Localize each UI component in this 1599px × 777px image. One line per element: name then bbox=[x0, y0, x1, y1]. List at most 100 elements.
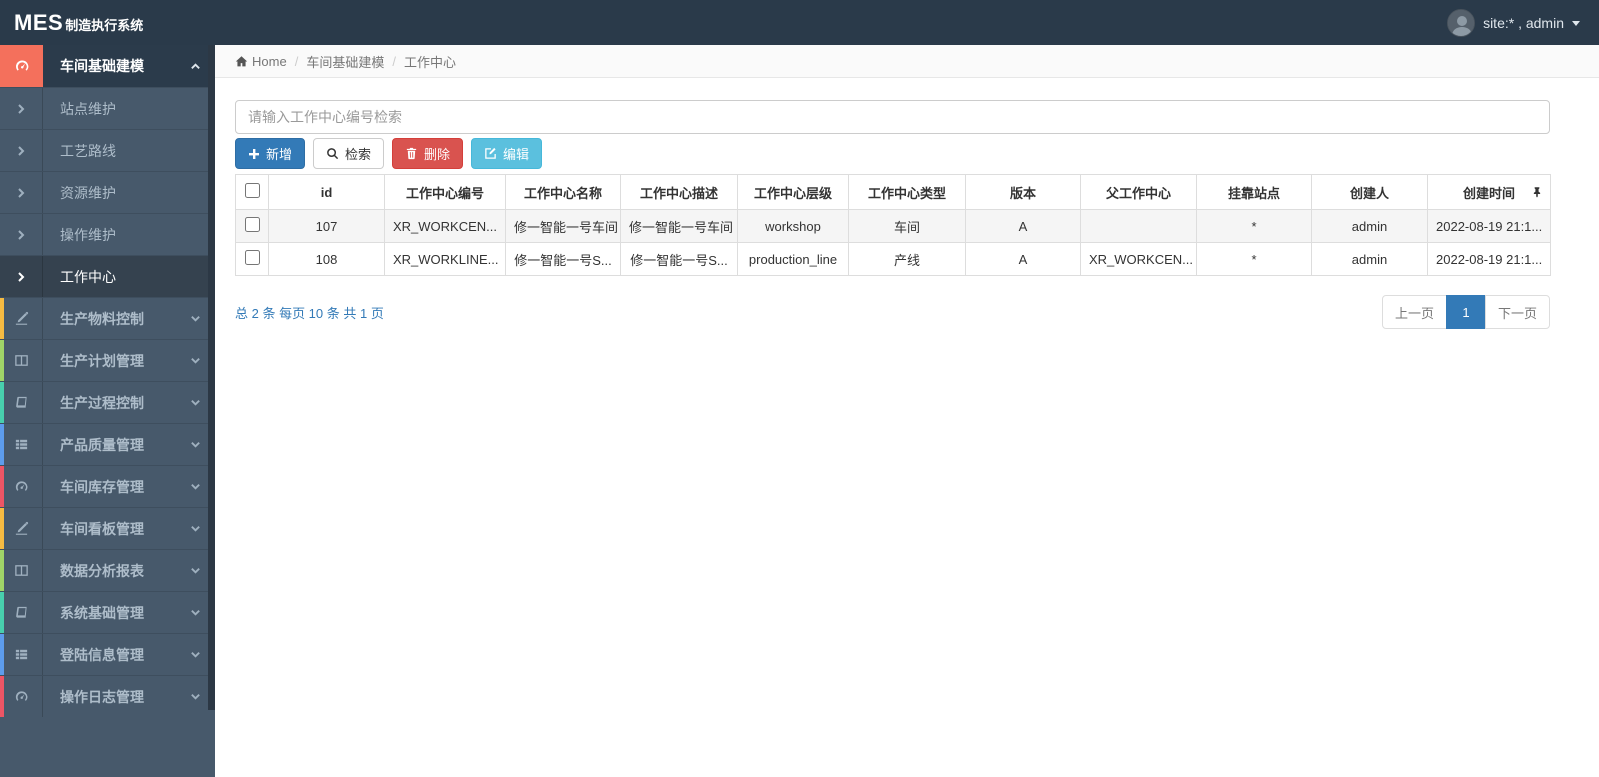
book-icon bbox=[0, 592, 43, 633]
cell-site: * bbox=[1196, 242, 1312, 276]
list-icon bbox=[0, 424, 43, 465]
search-input[interactable] bbox=[235, 100, 1550, 134]
column-header-site[interactable]: 挂靠站点 bbox=[1196, 174, 1312, 210]
cell-created-time: 2022-08-19 21:1... bbox=[1427, 242, 1551, 276]
cell-parent bbox=[1080, 209, 1197, 243]
sidebar-item-production-process-control[interactable]: 生产过程控制 bbox=[0, 381, 215, 423]
accent-strip bbox=[0, 340, 4, 381]
sidebar-item-label: 工作中心 bbox=[60, 268, 116, 285]
edit-button[interactable]: 编辑 bbox=[471, 138, 543, 169]
tachometer-icon bbox=[0, 45, 43, 87]
sidebar-scrollbar[interactable] bbox=[208, 45, 215, 710]
sidebar-item-work-center[interactable]: 工作中心 bbox=[0, 255, 215, 297]
cell-site: * bbox=[1196, 209, 1312, 243]
chevron-down-icon bbox=[190, 523, 201, 534]
column-header-created-time[interactable]: 创建时间 bbox=[1427, 174, 1551, 210]
row-select-cell bbox=[235, 242, 269, 276]
edit-button-label: 编辑 bbox=[503, 147, 530, 162]
sidebar-item-production-material-control[interactable]: 生产物料控制 bbox=[0, 297, 215, 339]
column-header-level[interactable]: 工作中心层级 bbox=[737, 174, 849, 210]
select-all-checkbox[interactable] bbox=[244, 183, 260, 198]
pin-icon[interactable] bbox=[1532, 187, 1542, 198]
sidebar-item-label: 生产过程控制 bbox=[60, 394, 144, 411]
sidebar-item-product-quality-management[interactable]: 产品质量管理 bbox=[0, 423, 215, 465]
chevron-right-icon bbox=[0, 88, 43, 129]
row-checkbox[interactable] bbox=[244, 217, 260, 232]
chevron-right-icon bbox=[0, 256, 43, 297]
breadcrumb: Home / 车间基础建模 / 工作中心 bbox=[215, 45, 1599, 78]
select-all-cell bbox=[235, 174, 269, 210]
sidebar-item-production-plan-management[interactable]: 生产计划管理 bbox=[0, 339, 215, 381]
user-menu[interactable]: site:* , admin bbox=[1447, 8, 1599, 37]
sidebar-item-label: 操作日志管理 bbox=[60, 688, 144, 705]
breadcrumb-home-label: Home bbox=[252, 53, 287, 69]
sidebar-item-operation-log-management[interactable]: 操作日志管理 bbox=[0, 675, 215, 717]
sidebar-item-workshop-modeling[interactable]: 车间基础建模 bbox=[0, 45, 215, 87]
sidebar-item-label: 操作维护 bbox=[60, 226, 116, 243]
cell-description: 修一智能一号车间 bbox=[620, 209, 738, 243]
search-button[interactable]: 检索 bbox=[313, 138, 385, 169]
previous-page-button[interactable]: 上一页 bbox=[1381, 295, 1447, 329]
sidebar-item-data-analysis-reports[interactable]: 数据分析报表 bbox=[0, 549, 215, 591]
sidebar-item-label: 车间看板管理 bbox=[60, 520, 144, 537]
accent-strip bbox=[0, 298, 4, 339]
add-button[interactable]: 新增 bbox=[235, 138, 306, 169]
chevron-down-icon bbox=[190, 565, 201, 576]
column-header-code[interactable]: 工作中心编号 bbox=[384, 174, 506, 210]
sidebar-item-workshop-inventory-management[interactable]: 车间库存管理 bbox=[0, 465, 215, 507]
column-header-creator[interactable]: 创建人 bbox=[1311, 174, 1428, 210]
pencil-icon bbox=[0, 298, 43, 339]
sidebar-item-process-route[interactable]: 工艺路线 bbox=[0, 129, 215, 171]
app-logo-mes: MES bbox=[14, 9, 64, 35]
cell-parent: XR_WORKCEN... bbox=[1080, 242, 1197, 276]
cell-description: 修一智能一号S... bbox=[620, 242, 738, 276]
cell-version: A bbox=[965, 242, 1081, 276]
table-row[interactable]: 107 XR_WORKCEN... 修一智能一号车间 修一智能一号车间 work… bbox=[235, 209, 1551, 243]
breadcrumb-section[interactable]: 车间基础建模 bbox=[306, 52, 384, 71]
chevron-down-icon bbox=[190, 397, 201, 408]
sidebar-item-site-maintenance[interactable]: 站点维护 bbox=[0, 87, 215, 129]
search-button-label: 检索 bbox=[345, 147, 372, 162]
chevron-down-icon bbox=[190, 649, 201, 660]
breadcrumb-home[interactable]: Home bbox=[235, 54, 287, 69]
column-header-name[interactable]: 工作中心名称 bbox=[505, 174, 621, 210]
delete-button[interactable]: 删除 bbox=[392, 138, 464, 169]
sidebar-item-label: 生产物料控制 bbox=[60, 310, 144, 327]
sidebar-item-workshop-kanban-management[interactable]: 车间看板管理 bbox=[0, 507, 215, 549]
delete-button-label: 删除 bbox=[424, 147, 451, 162]
column-header-parent[interactable]: 父工作中心 bbox=[1080, 174, 1197, 210]
accent-strip bbox=[0, 592, 4, 633]
sidebar-item-label: 生产计划管理 bbox=[60, 352, 144, 369]
sidebar-item-login-info-management[interactable]: 登陆信息管理 bbox=[0, 633, 215, 675]
next-page-button[interactable]: 下一页 bbox=[1484, 295, 1550, 329]
column-header-version[interactable]: 版本 bbox=[965, 174, 1081, 210]
accent-strip bbox=[0, 550, 4, 591]
column-header-description[interactable]: 工作中心描述 bbox=[620, 174, 738, 210]
cell-id: 108 bbox=[268, 242, 385, 276]
column-header-type[interactable]: 工作中心类型 bbox=[848, 174, 966, 210]
user-label: site:* , admin bbox=[1483, 14, 1564, 31]
chevron-right-icon bbox=[0, 172, 43, 213]
row-checkbox[interactable] bbox=[244, 250, 260, 265]
table-row[interactable]: 108 XR_WORKLINE... 修一智能一号S... 修一智能一号S...… bbox=[235, 242, 1551, 276]
sidebar-item-resource-maintenance[interactable]: 资源维护 bbox=[0, 171, 215, 213]
sidebar-item-label: 工艺路线 bbox=[60, 142, 116, 159]
row-select-cell bbox=[235, 209, 269, 243]
sidebar-item-label: 登陆信息管理 bbox=[60, 646, 144, 663]
cell-name: 修一智能一号车间 bbox=[505, 209, 621, 243]
cell-type: 产线 bbox=[848, 242, 966, 276]
cell-creator: admin bbox=[1311, 209, 1428, 243]
content: 新增 检索 删除 编辑 bbox=[215, 78, 1599, 329]
chevron-down-icon bbox=[190, 481, 201, 492]
accent-strip bbox=[0, 382, 4, 423]
sidebar-item-label: 数据分析报表 bbox=[60, 562, 144, 579]
toolbar: 新增 检索 删除 编辑 bbox=[235, 138, 1550, 169]
sidebar-item-system-basic-management[interactable]: 系统基础管理 bbox=[0, 591, 215, 633]
edit-icon bbox=[484, 147, 497, 160]
app-logo[interactable]: MES 制造执行系统 bbox=[0, 10, 143, 36]
avatar bbox=[1447, 8, 1476, 37]
page-1-button[interactable]: 1 bbox=[1445, 295, 1486, 329]
column-header-id[interactable]: id bbox=[268, 174, 385, 210]
chevron-up-icon bbox=[190, 61, 201, 72]
sidebar-item-operation-maintenance[interactable]: 操作维护 bbox=[0, 213, 215, 255]
